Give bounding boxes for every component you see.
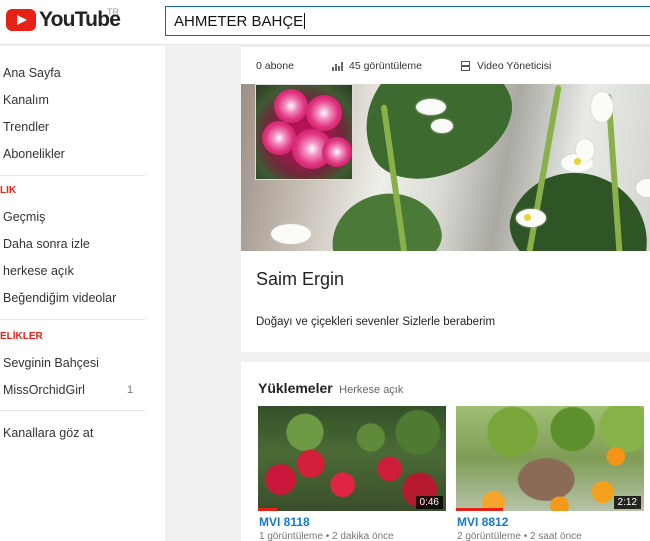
uploads-header: Yüklemeler Herkese açık: [258, 380, 403, 398]
video-thumbnail[interactable]: 2:12: [456, 406, 644, 511]
video-duration: 2:12: [613, 496, 641, 509]
video-title[interactable]: MVI 8812: [457, 515, 508, 529]
avatar-flower: [306, 95, 342, 131]
banner-petal: [271, 224, 311, 244]
watch-progress-bar: [456, 508, 503, 511]
sidebar-item-subscription[interactable]: Sevginin Bahçesi: [3, 356, 99, 370]
video-duration: 0:46: [415, 496, 443, 509]
banner-flower-center: [524, 214, 531, 221]
video-metadata: 2 görüntüleme • 2 saat önce: [457, 531, 582, 541]
video-thumbnail[interactable]: 0:46: [258, 406, 446, 511]
video-metadata: 1 görüntüleme • 2 dakika önce: [259, 531, 394, 541]
video-tile[interactable]: 0:46 MVI 8118 1 görüntüleme • 2 dakika ö…: [258, 406, 446, 541]
sidebar-divider: [0, 319, 145, 320]
banner-flower-center: [574, 158, 581, 165]
sidebar-item-public-playlist[interactable]: herkese açık: [3, 264, 74, 278]
text-caret: [304, 13, 306, 29]
video-manager-label: Video Yöneticisi: [477, 60, 552, 72]
banner-petal: [516, 209, 546, 227]
channel-title[interactable]: Saim Ergin: [256, 269, 344, 290]
sidebar-item-subscriptions[interactable]: Abonelikler: [3, 147, 65, 161]
sidebar-divider: [0, 175, 145, 176]
sidebar-item-browse-channels[interactable]: Kanallara göz at: [3, 426, 93, 440]
search-input-value: AHMETER BAHÇE: [174, 13, 304, 30]
sidebar-divider: [0, 410, 145, 411]
uploads-title[interactable]: Yüklemeler: [258, 380, 333, 396]
analytics-bars-icon: [332, 61, 343, 71]
library-heading: LIK: [0, 185, 17, 196]
sidebar-item-home[interactable]: Ana Sayfa: [3, 66, 61, 80]
watch-progress-bar: [258, 508, 277, 511]
youtube-logo[interactable]: YouTube TR: [6, 7, 121, 32]
subscriptions-heading: ELİKLER: [0, 331, 43, 342]
channel-description: Doğayı ve çiçekleri sevenler Sizlerle be…: [256, 316, 496, 328]
video-manager-link[interactable]: Video Yöneticisi: [461, 60, 551, 72]
banner-petal: [416, 99, 446, 115]
region-code: TR: [107, 7, 119, 17]
video-manager-icon: [461, 61, 470, 71]
uploads-shelf: Yüklemeler Herkese açık 0:46 MVI 8118 1 …: [241, 362, 650, 541]
avatar-flower: [262, 121, 296, 155]
sidebar-item-subscription[interactable]: MissOrchidGirl: [3, 383, 85, 397]
play-logo-icon: [6, 9, 36, 31]
banner-petal: [591, 92, 613, 122]
channel-banner-image: [241, 84, 650, 251]
view-count-label: 45 görüntüleme: [349, 60, 422, 72]
uploads-privacy-label: Herkese açık: [339, 384, 404, 396]
channel-stats-bar: 0 abone 45 görüntüleme Video Yöneticisi: [241, 47, 650, 84]
sidebar-item-trending[interactable]: Trendler: [3, 120, 49, 134]
new-video-count-badge: 1: [127, 384, 134, 396]
search-input[interactable]: AHMETER BAHÇE: [165, 6, 650, 36]
banner-petal: [636, 179, 650, 197]
banner-petal: [431, 119, 453, 133]
masthead: YouTube TR AHMETER BAHÇE: [0, 0, 650, 45]
channel-avatar[interactable]: [255, 84, 353, 180]
guide-sidebar: Ana Sayfa Kanalım Trendler Abonelikler L…: [0, 46, 165, 541]
sidebar-item-watch-later[interactable]: Daha sonra izle: [3, 237, 90, 251]
banner-leaf: [324, 185, 448, 251]
video-tile[interactable]: 2:12 MVI 8812 2 görüntüleme • 2 saat önc…: [456, 406, 644, 541]
subscriber-count: 0 abone: [256, 60, 294, 72]
sidebar-item-history[interactable]: Geçmiş: [3, 210, 45, 224]
avatar-flower: [274, 89, 308, 123]
video-title[interactable]: MVI 8118: [259, 515, 310, 529]
channel-header-card: 0 abone 45 görüntüleme Video Yöneticisi: [241, 46, 650, 352]
sidebar-item-liked-videos[interactable]: Beğendiğim videolar: [3, 291, 116, 305]
view-count[interactable]: 45 görüntüleme: [332, 60, 422, 72]
sidebar-item-my-channel[interactable]: Kanalım: [3, 93, 49, 107]
avatar-flower: [322, 137, 352, 167]
